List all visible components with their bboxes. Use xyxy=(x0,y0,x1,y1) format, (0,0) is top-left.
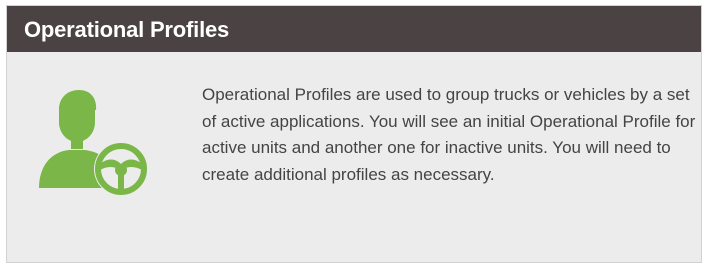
operational-profiles-panel: Operational Profiles Operational Profile… xyxy=(6,5,702,263)
panel-title: Operational Profiles xyxy=(24,17,230,42)
driver-steering-wheel-icon xyxy=(35,86,155,196)
panel-description: Operational Profiles are used to group t… xyxy=(202,85,696,184)
panel-header: Operational Profiles xyxy=(7,6,701,52)
